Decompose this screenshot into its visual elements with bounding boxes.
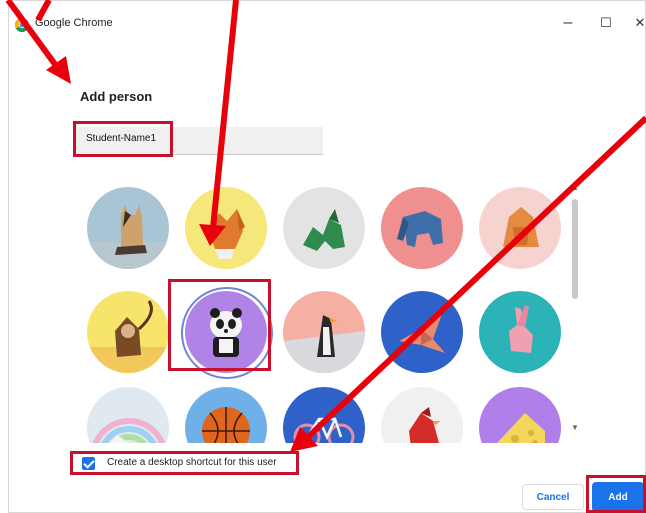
name-field[interactable] (76, 127, 323, 155)
name-input[interactable] (86, 133, 306, 144)
avatar-selection-ring (181, 287, 273, 379)
desktop-shortcut-label: Create a desktop shortcut for this user (107, 457, 277, 468)
avatar-rainbow[interactable] (87, 387, 169, 443)
avatar-scrollbar[interactable]: ▲ ▼ (569, 181, 581, 443)
chrome-icon (15, 18, 29, 32)
window-title: Google Chrome (35, 17, 113, 29)
dialog-heading: Add person (80, 89, 153, 104)
title-bar: Google Chrome – ☐ ✕ (9, 1, 645, 47)
avatar-basketball[interactable] (185, 387, 267, 443)
avatar-bicycle[interactable] (283, 387, 365, 443)
cancel-button[interactable]: Cancel (522, 484, 584, 510)
avatar-elephant[interactable] (381, 187, 463, 269)
scroll-down-icon[interactable]: ▼ (571, 423, 579, 432)
avatar-dragon[interactable] (283, 187, 365, 269)
avatar-grid (81, 181, 571, 443)
avatar-cardinal[interactable] (381, 387, 463, 443)
scroll-thumb[interactable] (572, 199, 578, 299)
desktop-shortcut-checkbox[interactable] (82, 457, 95, 470)
scroll-up-icon[interactable]: ▲ (571, 183, 579, 192)
avatar-bird[interactable] (381, 291, 463, 373)
avatar-fox-house[interactable] (479, 187, 561, 269)
close-button[interactable]: ✕ (629, 11, 645, 35)
minimize-button[interactable]: – (557, 11, 579, 35)
chrome-add-person-window: Google Chrome – ☐ ✕ Add person Student-N… (8, 0, 646, 513)
avatar-rabbit[interactable] (479, 291, 561, 373)
maximize-button[interactable]: ☐ (595, 11, 617, 35)
avatar-cat[interactable] (87, 187, 169, 269)
avatar-monkey[interactable] (87, 291, 169, 373)
add-button[interactable]: Add (592, 482, 644, 512)
avatar-fox[interactable] (185, 187, 267, 269)
avatar-penguin[interactable] (283, 291, 365, 373)
avatar-cheese[interactable] (479, 387, 561, 443)
